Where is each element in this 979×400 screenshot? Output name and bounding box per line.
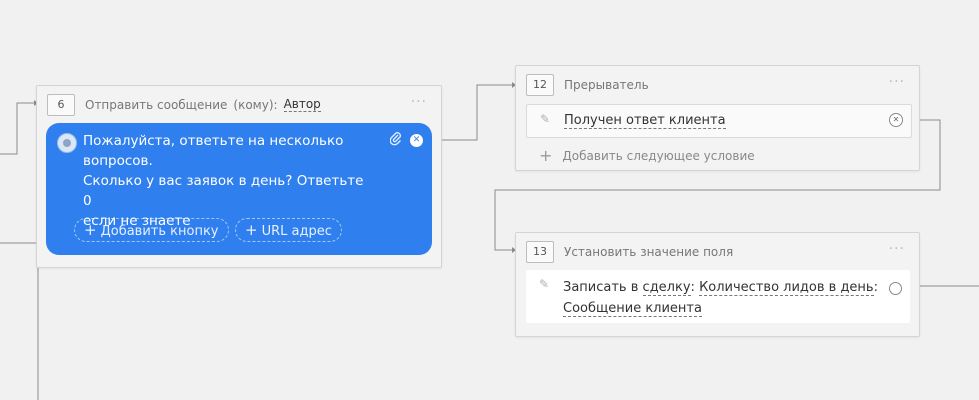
action-item[interactable]: ✎ Записать в сделку: Количество лидов в …	[526, 270, 910, 323]
plus-icon: +	[245, 221, 258, 239]
pencil-icon[interactable]: ✎	[539, 277, 549, 291]
close-icon[interactable]: ✕	[410, 134, 423, 147]
add-button-button[interactable]: + Добавить кнопку	[74, 218, 229, 242]
message-bubble[interactable]: Пожалуйста, ответьте на несколько вопрос…	[46, 123, 432, 255]
node-number: 13	[526, 241, 554, 263]
recipient-label: (кому):	[233, 98, 278, 112]
output-port[interactable]	[889, 282, 902, 295]
node-title: Установить значение поля	[564, 245, 734, 259]
node-interrupter[interactable]: 12 Прерыватель ··· ✎ Получен ответ клиен…	[515, 65, 920, 171]
plus-icon: +	[84, 221, 97, 239]
entity-link[interactable]: сделку	[642, 280, 691, 296]
node-number: 6	[47, 94, 75, 116]
node-menu-icon[interactable]: ···	[411, 94, 427, 110]
node-header: 13 Установить значение поля ···	[526, 241, 909, 263]
recipient-link[interactable]: Автор	[283, 98, 321, 112]
node-title: Прерыватель	[564, 78, 649, 92]
value-link[interactable]: Сообщение клиента	[563, 301, 702, 317]
url-button-label: URL адрес	[261, 224, 332, 239]
field-link[interactable]: Количество лидов в день	[699, 280, 874, 296]
message-text[interactable]: Пожалуйста, ответьте на несколько вопрос…	[83, 131, 373, 231]
condition-text[interactable]: Получен ответ клиента	[564, 113, 726, 129]
add-condition-label: Добавить следующее условие	[562, 149, 755, 163]
action-text: Записать в сделку: Количество лидов в де…	[563, 280, 878, 317]
node-number: 12	[526, 74, 554, 96]
add-condition-button[interactable]: + Добавить следующее условие	[539, 146, 755, 165]
node-menu-icon[interactable]: ···	[889, 74, 905, 90]
remove-condition-icon[interactable]: ✕	[889, 113, 903, 127]
add-button-label: Добавить кнопку	[100, 224, 219, 239]
node-title: Отправить сообщение	[85, 98, 228, 112]
avatar-icon	[57, 133, 77, 153]
node-set-field[interactable]: 13 Установить значение поля ··· ✎ Записа…	[515, 232, 920, 337]
node-header: 6 Отправить сообщение (кому): Автор ···	[47, 94, 431, 116]
node-menu-icon[interactable]: ···	[889, 241, 905, 257]
action-prefix: Записать в	[563, 280, 639, 295]
paperclip-icon[interactable]	[389, 132, 402, 150]
node-header: 12 Прерыватель ···	[526, 74, 909, 96]
url-button[interactable]: + URL адрес	[235, 218, 342, 242]
plus-icon: +	[539, 146, 553, 165]
node-send-message[interactable]: 6 Отправить сообщение (кому): Автор ··· …	[36, 85, 442, 268]
pencil-icon[interactable]: ✎	[540, 112, 550, 126]
condition-item[interactable]: ✎ Получен ответ клиента ✕	[526, 104, 912, 138]
